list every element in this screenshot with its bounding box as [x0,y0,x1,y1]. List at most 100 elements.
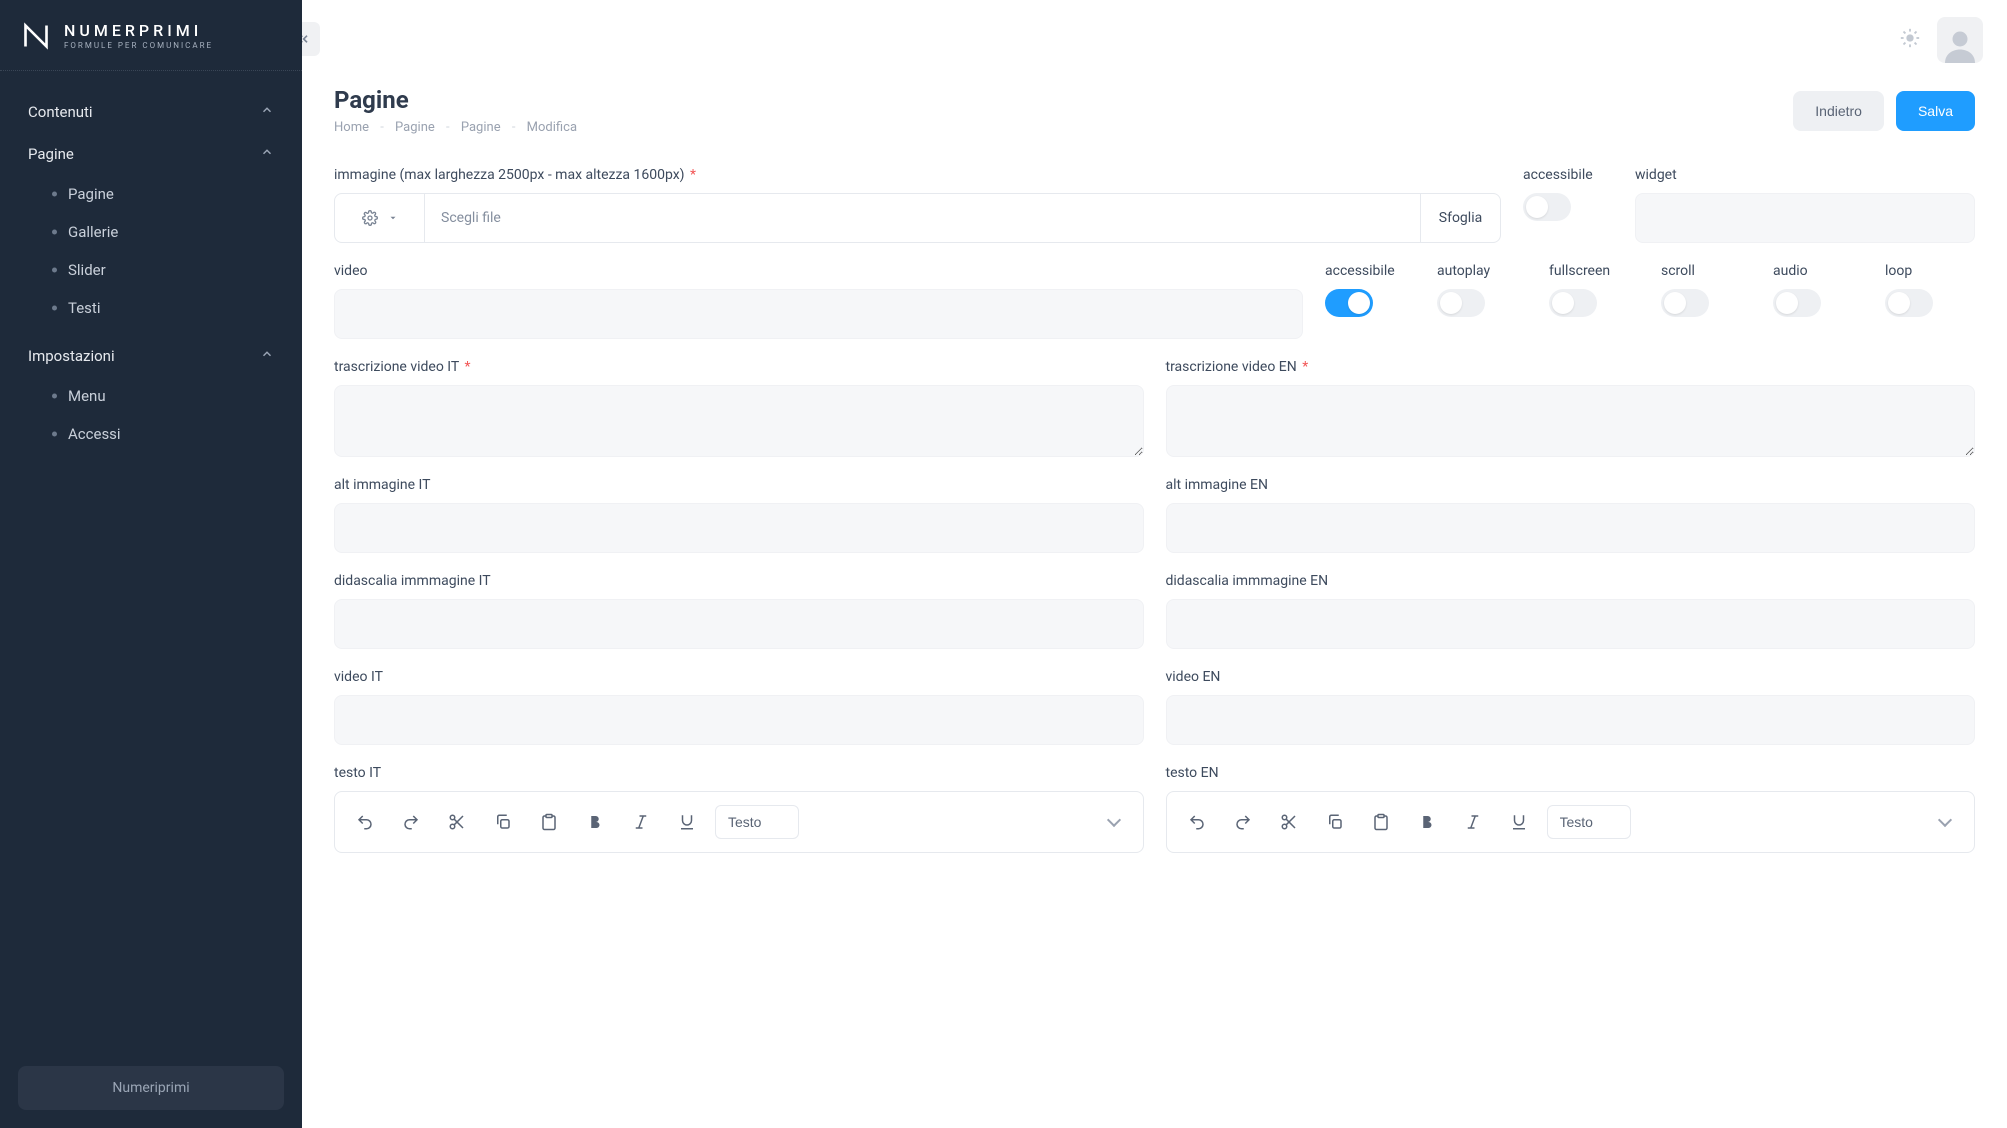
main: Pagine Home - Pagine - Pagine - Modifica… [302,0,2007,1128]
undo-button[interactable] [347,804,383,840]
redo-icon [1234,813,1252,831]
redo-button[interactable] [393,804,429,840]
sidebar-collapse-button[interactable] [302,22,320,56]
input-dida-en[interactable] [1166,599,1976,649]
back-button[interactable]: Indietro [1793,91,1884,131]
underline-icon [678,813,696,831]
nav-section-impostazioni[interactable]: Impostazioni [0,335,302,377]
input-alt-it[interactable] [334,503,1144,553]
file-picker-browse[interactable]: Sfoglia [1420,194,1500,242]
redo-button[interactable] [1225,804,1261,840]
cut-button[interactable] [1271,804,1307,840]
italic-icon [1464,813,1482,831]
label-widget: widget [1635,167,1975,183]
breadcrumb-pagine2[interactable]: Pagine [461,120,501,135]
file-picker-settings[interactable] [335,194,425,242]
format-select-it[interactable]: Testo [715,805,799,839]
sidebar-item-gallerie[interactable]: Gallerie [0,213,302,251]
nav-sub-pagine: Pagine Gallerie Slider Testi [0,175,302,335]
italic-icon [632,813,650,831]
undo-icon [1188,813,1206,831]
form-area: immagine (max larghezza 2500px - max alt… [302,157,2007,1128]
sidebar-item-pagine[interactable]: Pagine [0,175,302,213]
textarea-trascrizione-en[interactable] [1166,385,1976,457]
file-picker-immagine: Scegli file Sfoglia [334,193,1501,243]
nav-section-contenuti[interactable]: Contenuti [0,91,302,133]
bold-button[interactable] [577,804,613,840]
sidebar-nav: Contenuti Pagine Pagine Gallerie Slider … [0,71,302,1048]
copy-icon [1326,813,1344,831]
sidebar-item-slider[interactable]: Slider [0,251,302,289]
label-scroll: scroll [1661,263,1751,279]
input-widget[interactable] [1635,193,1975,243]
undo-button[interactable] [1179,804,1215,840]
toggle-scroll[interactable] [1661,289,1709,317]
save-button[interactable]: Salva [1896,91,1975,131]
paste-button[interactable] [1363,804,1399,840]
underline-button[interactable] [669,804,705,840]
nav-sub-impostazioni: Menu Accessi [0,377,302,461]
bold-icon [586,813,604,831]
editor-testo-it: Testo [334,791,1144,853]
format-select-en[interactable]: Testo [1547,805,1631,839]
input-dida-it[interactable] [334,599,1144,649]
header-actions: Indietro Salva [1793,91,1975,131]
breadcrumb-current: Modifica [527,120,577,135]
label-loop: loop [1885,263,1975,279]
label-video: video [334,263,1303,279]
copy-button[interactable] [1317,804,1353,840]
copy-button[interactable] [485,804,521,840]
chevron-up-icon [260,103,274,121]
label-alt-en: alt immagine EN [1166,477,1976,493]
toggle-loop[interactable] [1885,289,1933,317]
clipboard-icon [540,813,558,831]
textarea-trascrizione-it[interactable] [334,385,1144,457]
italic-button[interactable] [623,804,659,840]
paste-button[interactable] [531,804,567,840]
nav-section-pagine[interactable]: Pagine [0,133,302,175]
chevron-double-left-icon [302,31,311,47]
label-video-en: video EN [1166,669,1976,685]
chevron-up-icon [260,145,274,163]
toggle-fullscreen[interactable] [1549,289,1597,317]
bold-button[interactable] [1409,804,1445,840]
input-video-en[interactable] [1166,695,1976,745]
sidebar-item-accessi[interactable]: Accessi [0,415,302,453]
sidebar-item-menu[interactable]: Menu [0,377,302,415]
input-alt-en[interactable] [1166,503,1976,553]
italic-button[interactable] [1455,804,1491,840]
gear-icon [362,210,378,226]
label-audio: audio [1773,263,1863,279]
label-testo-en: testo EN [1166,765,1976,781]
sidebar-footer-link[interactable]: Numeriprimi [18,1066,284,1110]
underline-button[interactable] [1501,804,1537,840]
sidebar-item-testi[interactable]: Testi [0,289,302,327]
toggle-vid-accessibile[interactable] [1325,289,1373,317]
nav-section-label: Impostazioni [28,347,115,365]
sidebar: NUMERPRIMI FORMULE PER COMUNICARE Conten… [0,0,302,1128]
underline-icon [1510,813,1528,831]
label-trascrizione-it: trascrizione video IT * [334,359,1144,375]
brand-tagline: FORMULE PER COMUNICARE [64,42,213,50]
chevron-up-icon [260,347,274,365]
input-video-it[interactable] [334,695,1144,745]
toggle-audio[interactable] [1773,289,1821,317]
clipboard-icon [1372,813,1390,831]
copy-icon [494,813,512,831]
logo[interactable]: NUMERPRIMI FORMULE PER COMUNICARE [0,0,302,71]
scissors-icon [448,813,466,831]
cut-button[interactable] [439,804,475,840]
avatar[interactable] [1937,17,1983,63]
file-picker-placeholder: Scegli file [425,194,1420,242]
breadcrumb-home[interactable]: Home [334,120,369,135]
breadcrumb-pagine[interactable]: Pagine [395,120,435,135]
sidebar-footer: Numeriprimi [0,1048,302,1128]
toggle-autoplay[interactable] [1437,289,1485,317]
theme-toggle[interactable] [1899,27,1921,53]
label-fullscreen: fullscreen [1549,263,1639,279]
input-video[interactable] [334,289,1303,339]
breadcrumb: Home - Pagine - Pagine - Modifica [334,120,577,135]
label-accessibile-img: accessibile [1523,167,1613,183]
topbar [302,0,2007,80]
toggle-img-accessibile[interactable] [1523,193,1571,221]
